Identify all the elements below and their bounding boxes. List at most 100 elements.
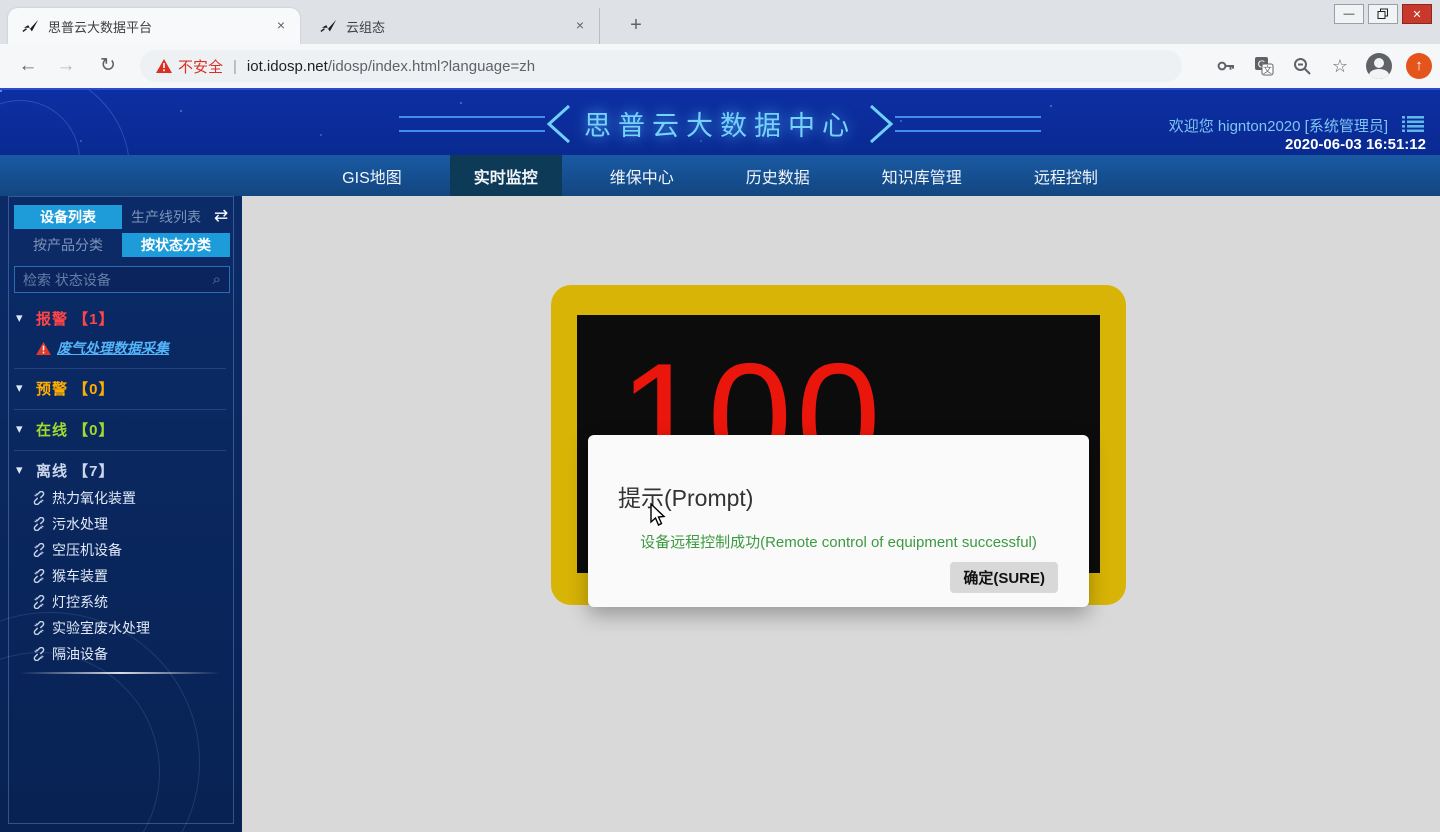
dialog-title: 提示(Prompt) (618, 479, 753, 513)
offline-device-item[interactable]: 空压机设备 (32, 538, 122, 562)
content-area: 设备列表 生产线列表 ⇄ 按产品分类 按状态分类 ⌕ ▾ 报警 【1】 (0, 196, 1440, 832)
chevron-down-icon: ▾ (16, 310, 36, 326)
offline-device-label: 污水处理 (52, 514, 108, 534)
offline-device-item[interactable]: 实验室废水处理 (32, 616, 150, 640)
chevron-down-icon: ▾ (16, 462, 36, 478)
tab-device-list[interactable]: 设备列表 (14, 205, 122, 229)
group-label: 离线 【7】 (36, 460, 115, 481)
offline-device-label: 热力氧化装置 (52, 488, 136, 508)
current-datetime: 2020-06-03 16:51:12 (1285, 136, 1426, 153)
translate-icon[interactable]: G文 (1252, 54, 1276, 78)
browser-tab-active[interactable]: 思普云大数据平台 × (8, 8, 300, 44)
offline-device-label: 猴车装置 (52, 566, 108, 586)
url-separator: | (233, 58, 237, 75)
svg-text:文: 文 (1263, 64, 1272, 76)
user-menu-icon[interactable] (1402, 116, 1424, 132)
site-favicon-icon (320, 17, 338, 35)
group-offline[interactable]: ▾ 离线 【7】 (16, 458, 228, 482)
alarm-device-label: 废气处理数据采集 (57, 338, 169, 358)
divider (14, 450, 226, 451)
offline-device-item[interactable]: 隔油设备 (32, 642, 108, 666)
group-label: 报警 【1】 (36, 308, 115, 329)
new-tab-button[interactable]: + (622, 12, 650, 40)
page-title: 思普云大数据中心 (584, 104, 856, 143)
divider (14, 368, 226, 369)
alarm-warning-icon (36, 342, 51, 355)
window-controls: — ✕ (1334, 4, 1432, 24)
group-online[interactable]: ▾ 在线 【0】 (16, 417, 228, 441)
main-nav: GIS地图 实时监控 维保中心 历史数据 知识库管理 远程控制 (0, 155, 1440, 196)
url-host: iot.idosp.net (247, 58, 328, 75)
toolbar-icons: G文 ☆ ↑ (1214, 48, 1432, 84)
divider (14, 409, 226, 410)
offline-device-label: 空压机设备 (52, 540, 122, 560)
tab-close-icon[interactable]: × (571, 17, 589, 35)
unlink-icon (32, 595, 46, 609)
tab-by-product[interactable]: 按产品分类 (14, 233, 122, 257)
title-bracket-right (866, 102, 1041, 146)
tab-production-line-list[interactable]: 生产线列表 (122, 205, 210, 229)
dialog-message: 设备远程控制成功(Remote control of equipment suc… (588, 531, 1089, 552)
nav-item-realtime-monitor[interactable]: 实时监控 (450, 155, 562, 196)
unlink-icon (32, 517, 46, 531)
browser-update-icon[interactable]: ↑ (1406, 53, 1432, 79)
tab-title: 云组态 (346, 17, 571, 36)
back-button[interactable]: ← (14, 52, 42, 80)
search-icon[interactable]: ⌕ (213, 271, 221, 288)
reload-button[interactable]: ↻ (94, 52, 122, 80)
offline-device-label: 灯控系统 (52, 592, 108, 612)
browser-window: 思普云大数据平台 × 云组态 × + — ✕ ← → ↻ 不安全 | iot.i… (0, 0, 1440, 832)
offline-device-item[interactable]: 猴车装置 (32, 564, 108, 588)
group-warning[interactable]: ▾ 预警 【0】 (16, 376, 228, 400)
address-bar[interactable]: 不安全 | iot.idosp.net/idosp/index.html?lan… (140, 50, 1182, 82)
group-alarm[interactable]: ▾ 报警 【1】 (16, 306, 228, 330)
unlink-icon (32, 491, 46, 505)
tab-close-icon[interactable]: × (272, 17, 290, 35)
nav-item-gis-map[interactable]: GIS地图 (318, 155, 426, 196)
list-type-tabs: 设备列表 生产线列表 (14, 205, 210, 229)
nav-item-knowledge-base[interactable]: 知识库管理 (858, 155, 986, 196)
dialog-ok-button[interactable]: 确定(SURE) (950, 562, 1058, 593)
group-label: 预警 【0】 (36, 378, 115, 399)
security-label: 不安全 (178, 56, 223, 77)
password-key-icon[interactable] (1214, 54, 1238, 78)
alarm-device-item[interactable]: 废气处理数据采集 (36, 336, 169, 360)
offline-device-label: 隔油设备 (52, 644, 108, 664)
tab-by-status[interactable]: 按状态分类 (122, 233, 230, 257)
web-page: 思普云大数据中心 欢迎您 hignton2020 [系统管理员] 2020-06… (0, 88, 1440, 832)
page-header: 思普云大数据中心 欢迎您 hignton2020 [系统管理员] 2020-06… (0, 88, 1440, 155)
swap-icon[interactable]: ⇄ (210, 205, 232, 227)
welcome-user-text: 欢迎您 hignton2020 [系统管理员] (1169, 115, 1388, 136)
tab-strip: 思普云大数据平台 × 云组态 × + — ✕ (0, 0, 1440, 44)
zoom-icon[interactable] (1290, 54, 1314, 78)
mouse-cursor (650, 503, 668, 529)
restore-button[interactable] (1368, 4, 1398, 24)
close-button[interactable]: ✕ (1402, 4, 1432, 24)
forward-button[interactable]: → (52, 52, 80, 80)
offline-device-label: 实验室废水处理 (52, 618, 150, 638)
bookmark-star-icon[interactable]: ☆ (1328, 54, 1352, 78)
offline-device-item[interactable]: 热力氧化装置 (32, 486, 136, 510)
monitor-canvas: 100 提示(Prompt) 设备远程控制成功(Remote control o… (242, 196, 1440, 832)
offline-device-item[interactable]: 污水处理 (32, 512, 108, 536)
device-search-input[interactable] (23, 272, 213, 288)
offline-device-item[interactable]: 灯控系统 (32, 590, 108, 614)
unlink-icon (32, 647, 46, 661)
browser-tab-inactive[interactable]: 云组态 × (306, 8, 600, 44)
profile-avatar[interactable] (1366, 53, 1392, 79)
chevron-down-icon: ▾ (16, 421, 36, 437)
group-label: 在线 【0】 (36, 419, 115, 440)
nav-item-history-data[interactable]: 历史数据 (722, 155, 834, 196)
chevron-down-icon: ▾ (16, 380, 36, 396)
unlink-icon (32, 543, 46, 557)
security-warning-icon (156, 59, 172, 73)
nav-item-maintenance-center[interactable]: 维保中心 (586, 155, 698, 196)
minimize-button[interactable]: — (1334, 4, 1364, 24)
tab-title: 思普云大数据平台 (48, 17, 272, 36)
device-sidebar: 设备列表 生产线列表 ⇄ 按产品分类 按状态分类 ⌕ ▾ 报警 【1】 (0, 196, 242, 832)
restore-icon (1377, 8, 1389, 20)
unlink-icon (32, 569, 46, 583)
title-bracket-left (399, 102, 574, 146)
nav-item-remote-control[interactable]: 远程控制 (1010, 155, 1122, 196)
sidebar-bottom-line (20, 672, 220, 674)
